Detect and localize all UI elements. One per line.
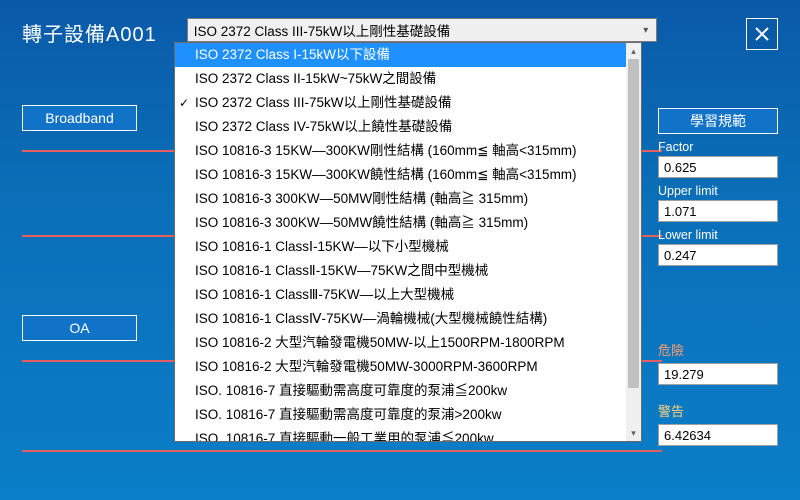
check-icon: ✓ xyxy=(179,93,189,113)
dropdown-item-label: ISO 10816-3 300KW—50MW剛性結構 (軸高≧ 315mm) xyxy=(195,191,528,206)
dropdown-item[interactable]: ISO 10816-2 大型汽輪發電機50MW-3000RPM-3600RPM xyxy=(175,355,641,379)
dropdown-item-label: ISO 10816-1 ClassⅡ-15KW—75KW之間中型機械 xyxy=(195,263,488,278)
danger-input[interactable] xyxy=(658,363,778,385)
dropdown-item[interactable]: ISO. 10816-7 直接驅動一般工業用的泵浦≦200kw xyxy=(175,427,641,442)
dropdown-item-label: ISO 10816-1 ClassⅠ-15KW—以下小型機械 xyxy=(195,239,449,254)
dropdown-item-label: ISO. 10816-7 直接驅動需高度可靠度的泵浦≦200kw xyxy=(195,383,507,398)
dropdown-item-label: ISO 2372 Class III-75kW以上剛性基礎設備 xyxy=(195,95,452,110)
learning-spec-title: 學習規範 xyxy=(658,108,778,134)
tab-oa[interactable]: OA xyxy=(22,315,137,341)
dropdown-item[interactable]: ISO 10816-1 ClassⅡ-15KW—75KW之間中型機械 xyxy=(175,259,641,283)
scroll-down-icon[interactable]: ▾ xyxy=(626,425,641,441)
dropdown-item-label: ISO 10816-3 300KW—50MW饒性結構 (軸高≧ 315mm) xyxy=(195,215,528,230)
dropdown-scrollbar[interactable]: ▴ ▾ xyxy=(626,43,641,441)
factor-label: Factor xyxy=(658,140,778,154)
dropdown-item-label: ISO 10816-2 大型汽輪發電機50MW-3000RPM-3600RPM xyxy=(195,359,538,374)
dropdown-item[interactable]: ISO. 10816-7 直接驅動需高度可靠度的泵浦>200kw xyxy=(175,403,641,427)
lower-limit-input[interactable] xyxy=(658,244,778,266)
dropdown-item[interactable]: ISO. 10816-7 直接驅動需高度可靠度的泵浦≦200kw xyxy=(175,379,641,403)
scroll-up-icon[interactable]: ▴ xyxy=(626,43,641,59)
chevron-down-icon: ▾ xyxy=(638,22,654,38)
scroll-thumb[interactable] xyxy=(628,59,639,388)
dropdown-item[interactable]: ISO 10816-2 大型汽輪發電機50MW-以上1500RPM-1800RP… xyxy=(175,331,641,355)
standard-select[interactable]: ISO 2372 Class III-75kW以上剛性基礎設備 ▾ xyxy=(187,18,657,42)
dropdown-item[interactable]: ISO 10816-3 15KW—300KW剛性結構 (160mm≦ 軸高<31… xyxy=(175,139,641,163)
dropdown-item-label: ISO. 10816-7 直接驅動需高度可靠度的泵浦>200kw xyxy=(195,407,501,422)
dropdown-item[interactable]: ISO 10816-1 ClassⅢ-75KW—以上大型機械 xyxy=(175,283,641,307)
warning-label: 警告 xyxy=(658,401,778,420)
dropdown-item[interactable]: ISO 2372 Class IV-75kW以上饒性基礎設備 xyxy=(175,115,641,139)
dropdown-item-label: ISO. 10816-7 直接驅動一般工業用的泵浦≦200kw xyxy=(195,431,494,442)
dropdown-item[interactable]: ISO 10816-3 15KW—300KW饒性結構 (160mm≦ 軸高<31… xyxy=(175,163,641,187)
dropdown-item-label: ISO 10816-3 15KW—300KW剛性結構 (160mm≦ 軸高<31… xyxy=(195,143,577,158)
upper-limit-label: Upper limit xyxy=(658,184,778,198)
dropdown-item[interactable]: ✓ ISO 2372 Class III-75kW以上剛性基礎設備 xyxy=(175,91,641,115)
dropdown-item-label: ISO 10816-3 15KW—300KW饒性結構 (160mm≦ 軸高<31… xyxy=(195,167,577,182)
dropdown-item[interactable]: ISO 10816-3 300KW—50MW剛性結構 (軸高≧ 315mm) xyxy=(175,187,641,211)
dropdown-item-label: ISO 10816-1 ClassⅢ-75KW—以上大型機械 xyxy=(195,287,454,302)
dropdown-item-label: ISO 10816-1 ClassⅣ-75KW—渦輪機械(大型機械饒性結構) xyxy=(195,311,547,326)
dropdown-item[interactable]: ISO 10816-1 ClassⅣ-75KW—渦輪機械(大型機械饒性結構) xyxy=(175,307,641,331)
dropdown-item-label: ISO 10816-2 大型汽輪發電機50MW-以上1500RPM-1800RP… xyxy=(195,335,565,350)
upper-limit-input[interactable] xyxy=(658,200,778,222)
danger-label: 危險 xyxy=(658,340,778,359)
dropdown-item[interactable]: ISO 2372 Class I-15kW以下設備 xyxy=(175,43,641,67)
close-button[interactable] xyxy=(746,18,778,50)
dropdown-item-label: ISO 2372 Class IV-75kW以上饒性基礎設備 xyxy=(195,119,452,134)
close-icon xyxy=(754,26,770,42)
divider xyxy=(22,450,662,452)
dropdown-item[interactable]: ISO 2372 Class II-15kW~75kW之間設備 xyxy=(175,67,641,91)
page-title: 轉子設備A001 xyxy=(22,18,157,47)
lower-limit-label: Lower limit xyxy=(658,228,778,242)
dropdown-item-label: ISO 2372 Class I-15kW以下設備 xyxy=(195,47,390,62)
standard-select-value: ISO 2372 Class III-75kW以上剛性基礎設備 xyxy=(194,20,451,40)
dropdown-item[interactable]: ISO 10816-1 ClassⅠ-15KW—以下小型機械 xyxy=(175,235,641,259)
standard-dropdown[interactable]: ISO 2372 Class I-15kW以下設備 ISO 2372 Class … xyxy=(174,42,642,442)
dropdown-item[interactable]: ISO 10816-3 300KW—50MW饒性結構 (軸高≧ 315mm) xyxy=(175,211,641,235)
tab-broadband[interactable]: Broadband xyxy=(22,105,137,131)
dropdown-item-label: ISO 2372 Class II-15kW~75kW之間設備 xyxy=(195,71,436,86)
scroll-track[interactable] xyxy=(626,59,641,425)
warning-input[interactable] xyxy=(658,424,778,446)
factor-input[interactable] xyxy=(658,156,778,178)
